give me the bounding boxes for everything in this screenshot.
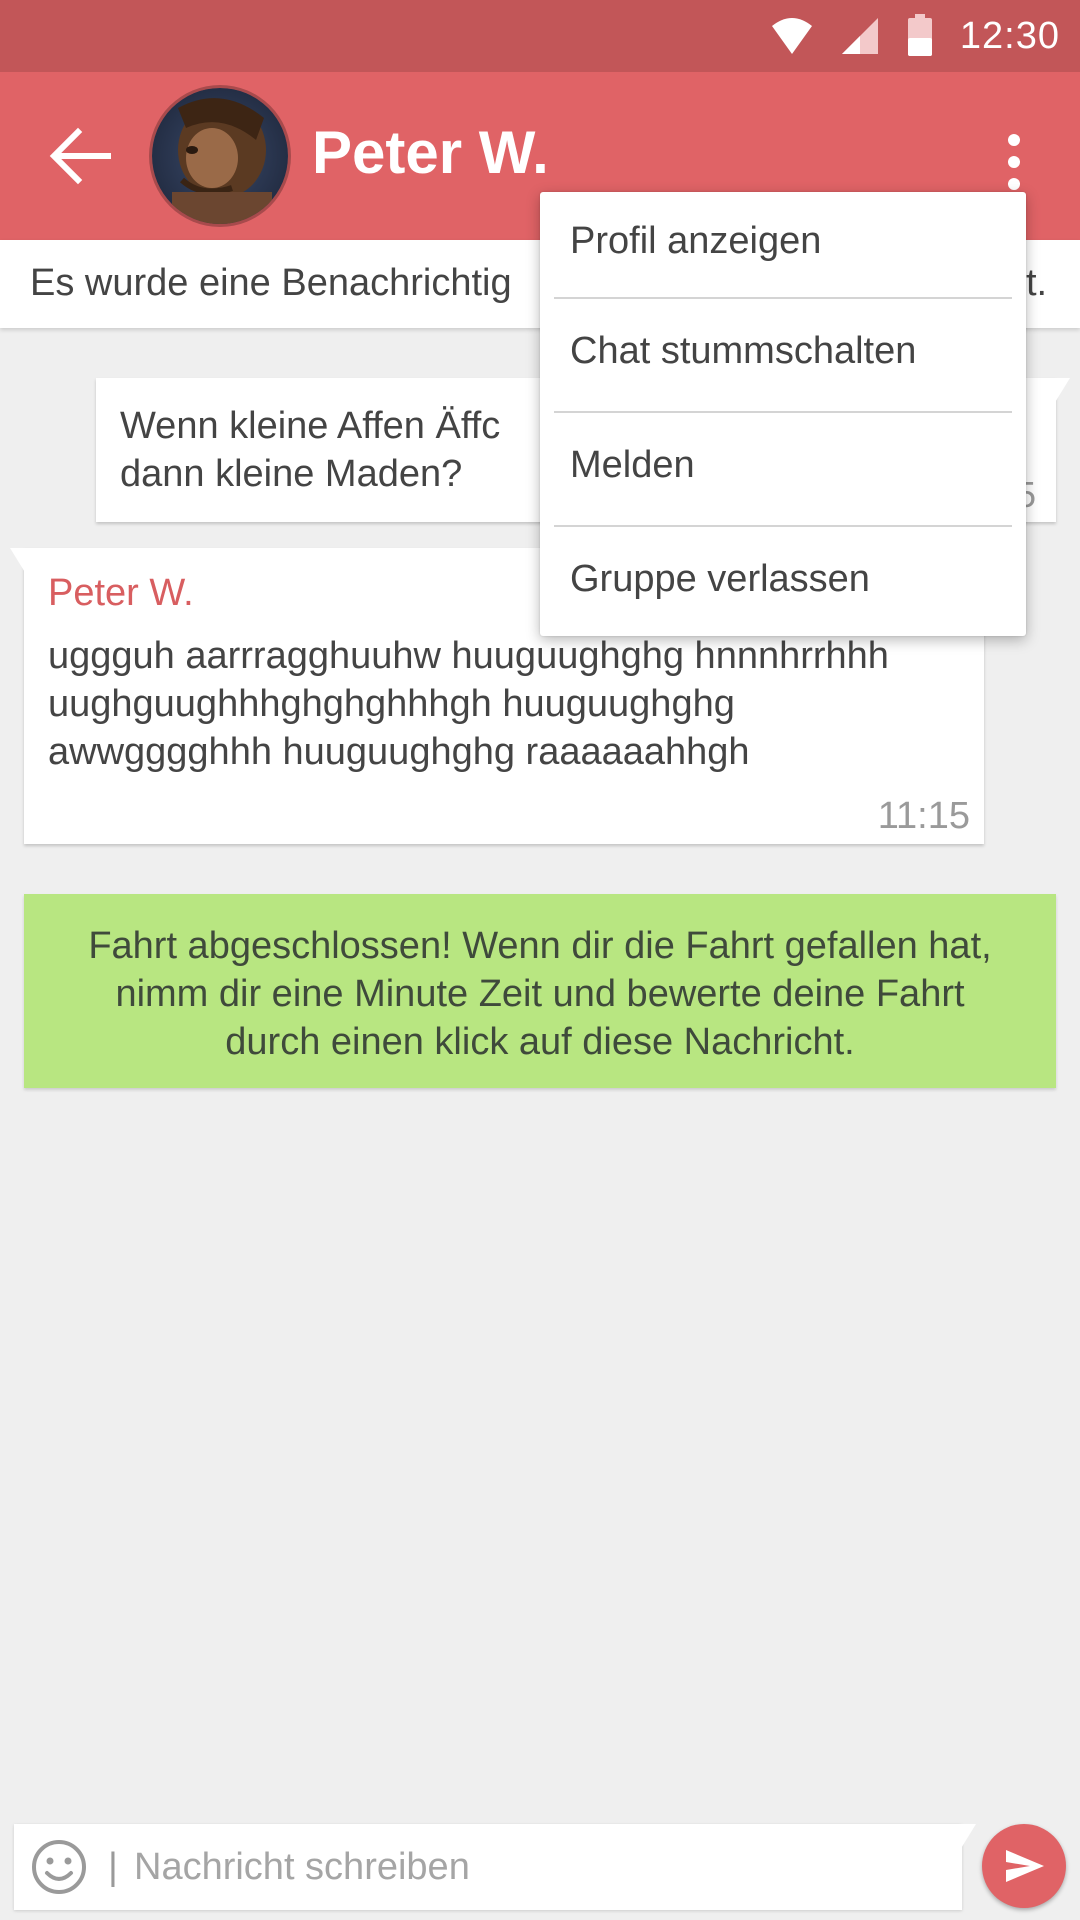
back-button[interactable]	[46, 124, 116, 188]
menu-item-label: Profil anzeigen	[570, 220, 822, 262]
contact-name: Peter W.	[312, 119, 549, 186]
avatar-image	[152, 88, 288, 224]
incoming-message-text: uggguh aarrragghuuhw huuguughghg hnnnhrr…	[48, 635, 889, 773]
menu-item-report[interactable]: Melden	[540, 416, 1026, 528]
menu-item-leave-group[interactable]: Gruppe verlassen	[540, 530, 1026, 642]
send-button[interactable]	[982, 1824, 1066, 1908]
emoji-icon	[32, 1840, 86, 1894]
overflow-menu: Profil anzeigen Chat stummschalten Melde…	[540, 192, 1026, 636]
status-time: 12:30	[959, 14, 1060, 57]
battery-icon	[907, 14, 932, 56]
emoji-button[interactable]	[30, 1838, 88, 1896]
menu-item-label: Melden	[570, 444, 695, 486]
notification-text-start: Es wurde eine Benachrichtig	[30, 262, 512, 304]
menu-divider	[554, 411, 1012, 413]
input-cursor: |	[108, 1846, 118, 1888]
ride-completed-text: Fahrt abgeschlossen! Wenn dir die Fahrt …	[88, 925, 992, 1063]
menu-divider	[554, 525, 1012, 527]
menu-item-mute-chat[interactable]: Chat stummschalten	[540, 302, 1026, 414]
status-bar: 12:30	[0, 0, 1080, 72]
outgoing-message-text: Wenn kleine Affen Äffc dann kleine Maden…	[120, 405, 501, 495]
avatar[interactable]	[152, 88, 288, 224]
menu-item-label: Gruppe verlassen	[570, 558, 870, 600]
wifi-icon	[771, 18, 812, 54]
more-options-button[interactable]	[990, 128, 1038, 198]
message-sender: Peter W.	[48, 572, 194, 614]
signal-icon	[841, 18, 878, 54]
menu-item-view-profile[interactable]: Profil anzeigen	[540, 192, 1026, 304]
compose-bar: |	[14, 1824, 976, 1910]
more-vert-icon	[1008, 134, 1020, 190]
ride-completed-card[interactable]: Fahrt abgeschlossen! Wenn dir die Fahrt …	[24, 894, 1056, 1088]
status-icons: 12:30	[770, 0, 1060, 72]
incoming-message-time: 11:15	[877, 795, 970, 837]
arrow-back-icon	[49, 127, 111, 185]
notification-text-end: t.	[1026, 262, 1048, 304]
send-icon	[1006, 1850, 1044, 1882]
menu-item-label: Chat stummschalten	[570, 330, 917, 372]
message-input[interactable]	[134, 1836, 934, 1898]
menu-divider	[554, 297, 1012, 299]
